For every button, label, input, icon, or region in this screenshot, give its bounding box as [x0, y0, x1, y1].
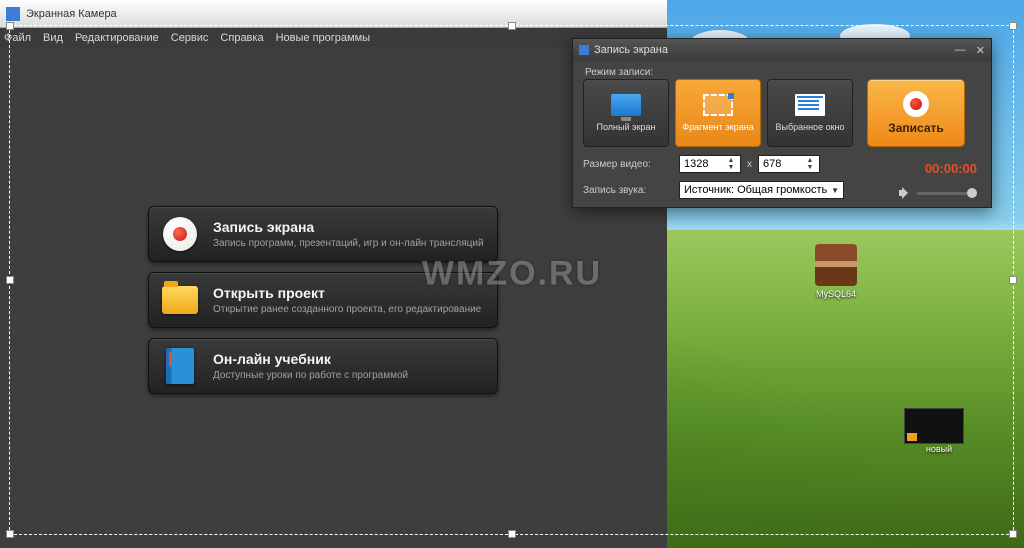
- menu-help[interactable]: Справка: [220, 32, 263, 44]
- video-thumb-icon: [904, 408, 964, 444]
- menubar: Файл Вид Редактирование Сервис Справка Н…: [0, 28, 667, 48]
- record-dialog: Запись экрана — ✕ Режим записи: Полный э…: [572, 38, 992, 208]
- titlebar[interactable]: Экранная Камера: [0, 0, 667, 28]
- audio-label: Запись звука:: [583, 185, 673, 196]
- menu-service[interactable]: Сервис: [171, 32, 209, 44]
- spinner-icon[interactable]: ▲▼: [805, 157, 815, 171]
- mode-label: Режим записи:: [585, 67, 653, 78]
- menu-file[interactable]: Файл: [4, 32, 31, 44]
- dialog-title: Запись экрана: [594, 44, 668, 56]
- open-subtitle: Открытие ранее созданного проекта, его р…: [213, 304, 481, 315]
- x-separator: x: [747, 159, 752, 170]
- folder-icon: [162, 286, 198, 314]
- menu-view[interactable]: Вид: [43, 32, 63, 44]
- audio-source-select[interactable]: Источник: Общая громкость ▼: [679, 181, 844, 199]
- record-icon: [163, 217, 197, 251]
- record-screen-button[interactable]: Запись экрана Запись программ, презентац…: [148, 206, 498, 262]
- record-btn-label: Записать: [888, 121, 944, 135]
- size-label: Размер видео:: [583, 159, 673, 170]
- speaker-icon: [899, 187, 911, 199]
- menu-new-programs[interactable]: Новые программы: [276, 32, 370, 44]
- mode-full-label: Полный экран: [596, 122, 655, 132]
- width-input[interactable]: 1328 ▲▼: [679, 155, 741, 173]
- window-icon: [795, 94, 825, 116]
- desktop-icon-archive[interactable]: MySQL64: [812, 244, 860, 299]
- timer-display: 00:00:00: [925, 161, 977, 176]
- spinner-icon[interactable]: ▲▼: [726, 157, 736, 171]
- chevron-down-icon: ▼: [831, 186, 839, 195]
- book-icon: [166, 348, 194, 384]
- dialog-titlebar[interactable]: Запись экрана — ✕: [573, 39, 991, 61]
- dialog-icon: [579, 45, 589, 55]
- close-icon[interactable]: ✕: [976, 44, 985, 57]
- main-window: Экранная Камера Файл Вид Редактирование …: [0, 0, 667, 548]
- mode-fullscreen[interactable]: Полный экран: [583, 79, 669, 147]
- app-title: Экранная Камера: [26, 8, 117, 20]
- volume-control[interactable]: [899, 187, 977, 199]
- mode-window-label: Выбранное окно: [775, 122, 844, 132]
- record-dot-icon: [903, 91, 929, 117]
- monitor-icon: [611, 94, 641, 116]
- desktop-icon-label: новый: [926, 444, 952, 454]
- mode-window[interactable]: Выбранное окно: [767, 79, 853, 147]
- open-title: Открыть проект: [213, 285, 481, 301]
- width-value: 1328: [684, 158, 708, 170]
- tutorial-button[interactable]: Он-лайн учебник Доступные уроки по работ…: [148, 338, 498, 394]
- record-title: Запись экрана: [213, 219, 484, 235]
- minimize-icon[interactable]: —: [955, 44, 966, 57]
- start-record-button[interactable]: Записать: [867, 79, 965, 147]
- desktop-icon-video[interactable]: новый: [904, 408, 974, 454]
- selection-icon: [703, 94, 733, 116]
- mode-fragment-label: Фрагмент экрана: [682, 122, 753, 132]
- height-input[interactable]: 678 ▲▼: [758, 155, 820, 173]
- tutorial-title: Он-лайн учебник: [213, 351, 408, 367]
- mode-fragment[interactable]: Фрагмент экрана: [675, 79, 761, 147]
- record-subtitle: Запись программ, презентаций, игр и он-л…: [213, 238, 484, 249]
- open-project-button[interactable]: Открыть проект Открытие ранее созданного…: [148, 272, 498, 328]
- volume-slider[interactable]: [917, 192, 977, 195]
- menu-edit[interactable]: Редактирование: [75, 32, 159, 44]
- volume-thumb[interactable]: [967, 188, 977, 198]
- app-icon: [6, 7, 20, 21]
- audio-source-value: Источник: Общая громкость: [684, 184, 827, 196]
- desktop-icon-label: MySQL64: [816, 289, 856, 299]
- tutorial-subtitle: Доступные уроки по работе с программой: [213, 370, 408, 381]
- archive-icon: [815, 244, 857, 286]
- height-value: 678: [763, 158, 781, 170]
